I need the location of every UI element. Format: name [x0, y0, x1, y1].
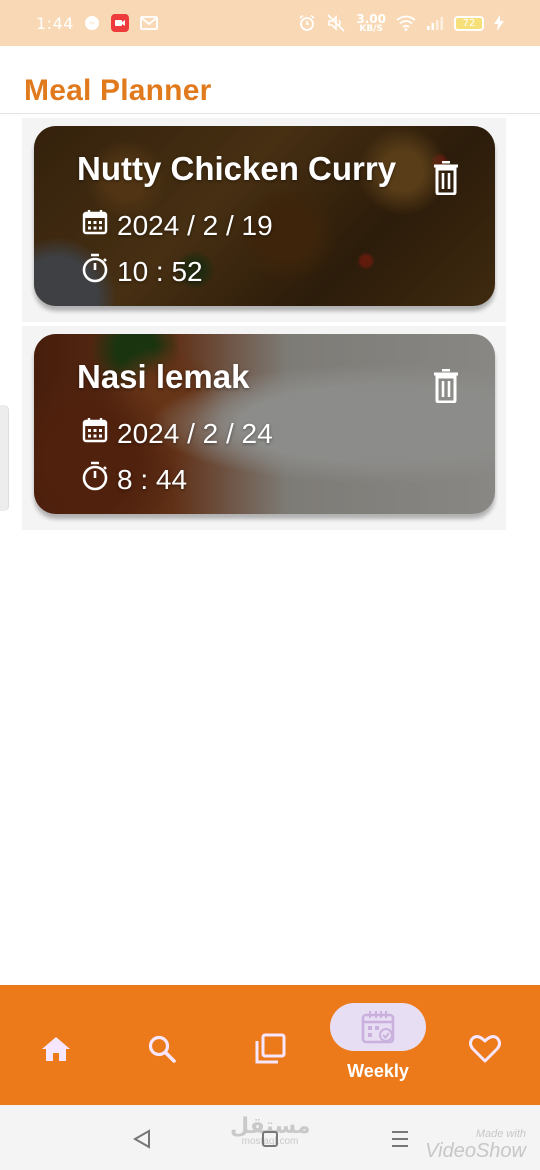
mute-icon [326, 14, 346, 32]
trash-icon [434, 161, 458, 195]
nav-home[interactable] [34, 1027, 78, 1071]
network-speed-value: 3.00 [356, 11, 386, 26]
meal-name: Nasi lemak [77, 358, 250, 395]
meal-date-row: 2024 / 2 / 24 [81, 416, 273, 451]
watermark-videoshow-text: VideoShow [425, 1140, 526, 1162]
charging-icon [494, 15, 504, 31]
plans-icon [255, 1033, 286, 1064]
nav-search[interactable] [140, 1027, 184, 1071]
meal-time-row: 10 : 52 [81, 253, 203, 290]
meal-date-row: 2024 / 2 / 19 [81, 208, 273, 243]
nav-weekly-label: Weekly [347, 1061, 409, 1081]
watermark-made-with: Made with [475, 1128, 526, 1140]
signal-icon [426, 16, 444, 30]
network-speed: 3.00 KB/S [356, 13, 386, 34]
meal-card-wrapper: Nasi lemak 2024 / 2 / 24 8 : 44 [22, 326, 506, 530]
meal-card-wrapper: Nutty Chicken Curry 2024 / 2 / 19 10 : 5… [22, 118, 506, 322]
trash-icon [434, 369, 458, 403]
meal-date: 2024 / 2 / 24 [117, 417, 273, 449]
meal-time: 8 : 44 [117, 463, 188, 495]
status-time: 1:44 [36, 13, 74, 33]
nav-plans[interactable] [248, 1027, 292, 1071]
gmail-icon [140, 16, 158, 30]
home-icon [42, 1037, 70, 1061]
meal-card-content: Nutty Chicken Curry 2024 / 2 / 19 10 : 5… [34, 126, 495, 306]
battery-icon: 72 [454, 15, 484, 31]
home-square-icon [262, 1131, 278, 1147]
messenger-icon [84, 15, 100, 31]
system-menu-button[interactable] [386, 1125, 414, 1153]
timer-icon [81, 253, 109, 290]
battery-level: 72 [462, 17, 476, 29]
delete-button[interactable] [431, 160, 461, 196]
nav-weekly[interactable]: Weekly [330, 1003, 426, 1087]
back-triangle-icon [132, 1129, 150, 1149]
screen-record-icon [110, 13, 130, 33]
alarm-icon [298, 14, 316, 32]
meal-card-content: Nasi lemak 2024 / 2 / 24 8 : 44 [34, 334, 495, 514]
system-back-button[interactable] [128, 1125, 156, 1153]
calendar-icon [81, 208, 109, 243]
app-bar: Meal Planner [0, 46, 540, 114]
bottom-nav: Weekly [0, 985, 540, 1105]
status-bar-right: 3.00 KB/S 72 [298, 13, 504, 34]
status-bar: 1:44 3.00 KB/S 72 [0, 0, 540, 46]
wifi-icon [396, 15, 416, 31]
meal-card[interactable]: Nasi lemak 2024 / 2 / 24 8 : 44 [34, 334, 495, 514]
status-bar-left: 1:44 [36, 13, 158, 33]
search-icon [148, 1035, 176, 1063]
watermark-videoshow: Made with VideoShow [425, 1128, 526, 1163]
calendar-check-icon [361, 1011, 395, 1044]
network-speed-unit: KB/S [359, 23, 383, 34]
page-title: Meal Planner [24, 74, 212, 107]
nav-favorites[interactable] [463, 1027, 507, 1071]
delete-button[interactable] [431, 368, 461, 404]
meal-card[interactable]: Nutty Chicken Curry 2024 / 2 / 19 10 : 5… [34, 126, 495, 306]
meal-time: 10 : 52 [117, 255, 203, 287]
nav-weekly-indicator [330, 1003, 426, 1051]
meal-date: 2024 / 2 / 19 [117, 209, 273, 241]
meal-time-row: 8 : 44 [81, 461, 187, 498]
edge-panel-handle[interactable] [0, 405, 9, 511]
meal-name: Nutty Chicken Curry [77, 150, 397, 187]
heart-icon [469, 1035, 501, 1063]
menu-lines-icon [392, 1131, 408, 1147]
system-home-button[interactable] [256, 1125, 284, 1153]
timer-icon [81, 461, 109, 498]
calendar-icon [81, 416, 109, 451]
system-nav-bar: مستقل mostaql.com Made with VideoShow [0, 1105, 540, 1170]
